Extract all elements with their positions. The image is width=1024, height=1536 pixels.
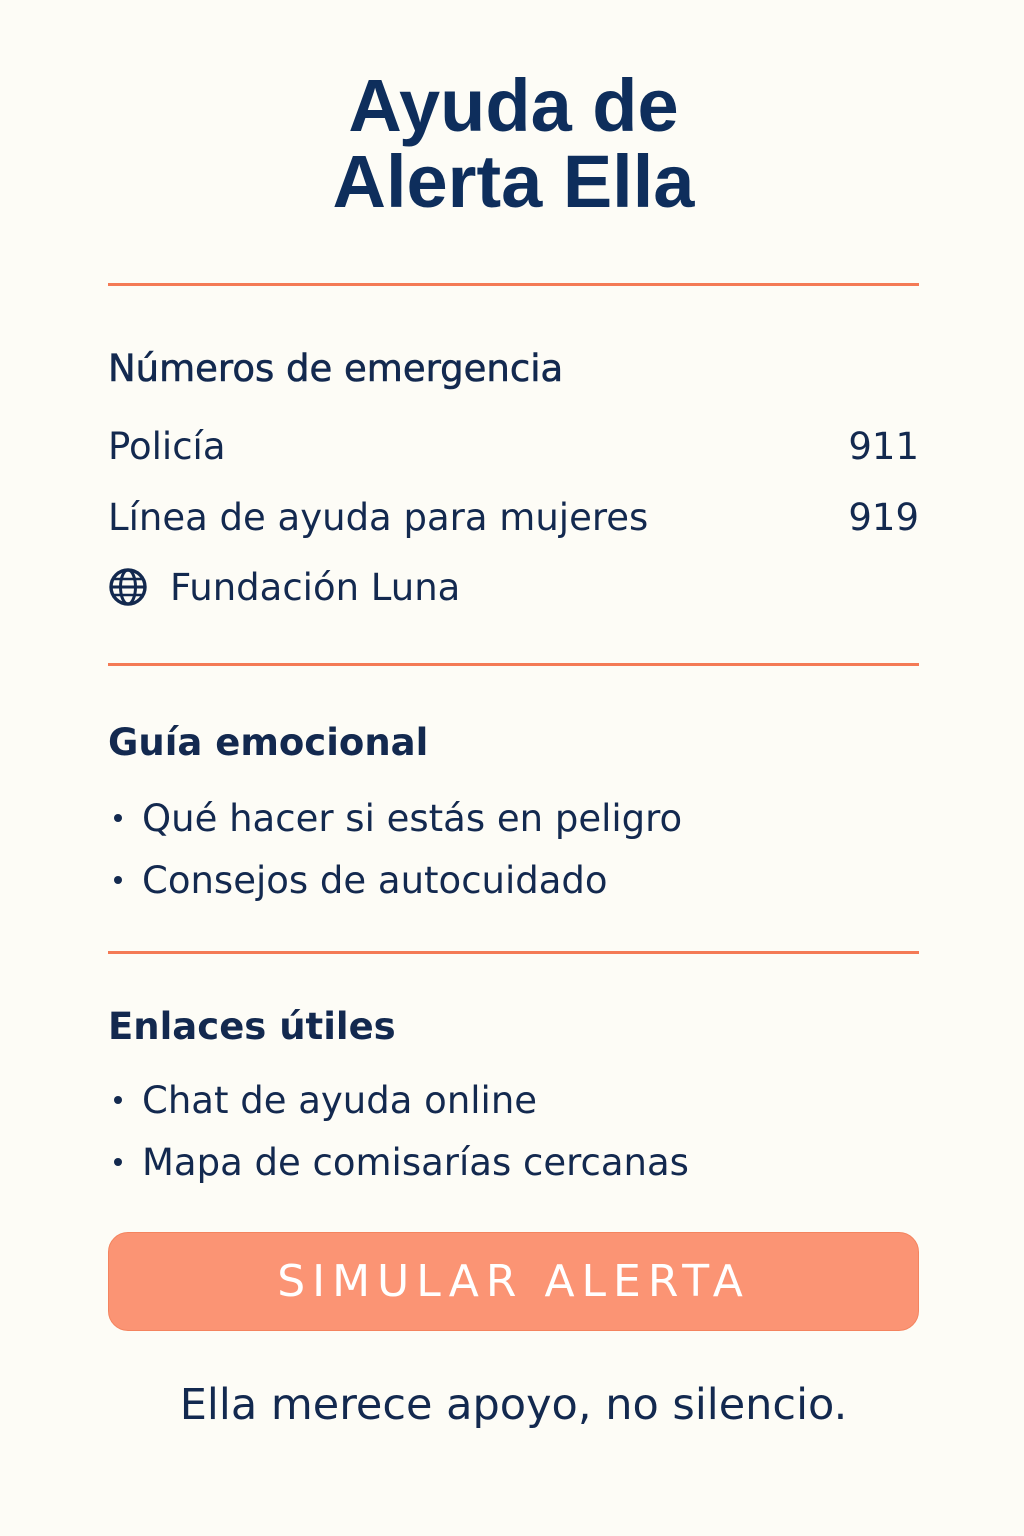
page-title-line-2: Alerta Ella <box>332 140 695 223</box>
page-title: Ayuda de Alerta Ella <box>108 68 919 220</box>
phone-number[interactable]: 919 <box>848 496 919 539</box>
list-item[interactable]: Mapa de comisarías cercanas <box>108 1139 689 1185</box>
useful-links-heading: Enlaces útiles <box>108 1005 396 1048</box>
emotional-guide-heading: Guía emocional <box>108 721 429 764</box>
footer-tagline: Ella merece apoyo, no silencio. <box>179 1380 848 1430</box>
section-divider <box>108 663 919 666</box>
emergency-row-label: Línea de ayuda para mujeres <box>108 495 649 539</box>
bullet-icon <box>114 1158 122 1166</box>
page-title-line-1: Ayuda de <box>348 64 679 147</box>
list-item-label: Mapa de comisarías cercanas <box>142 1140 689 1184</box>
list-item-label: Consejos de autocuidado <box>142 858 608 902</box>
emergency-row-label: Policía <box>108 424 226 468</box>
help-screen: Ayuda de Alerta Ella Números de emergenc… <box>108 0 919 1536</box>
list-item[interactable]: Qué hacer si estás en peligro <box>108 795 682 841</box>
foundation-label: Fundación Luna <box>108 566 460 609</box>
section-divider <box>108 951 919 954</box>
emergency-numbers-heading: Números de emergencia <box>108 347 564 391</box>
bullet-icon <box>114 814 122 822</box>
list-item[interactable]: Consejos de autocuidado <box>108 857 608 903</box>
list-item[interactable]: Chat de ayuda online <box>108 1077 537 1123</box>
phone-number[interactable]: 911 <box>848 425 919 468</box>
list-item-label: Qué hacer si estás en peligro <box>142 796 683 840</box>
foundation-name: Fundación Luna <box>170 565 461 609</box>
bullet-icon <box>114 1096 122 1104</box>
foundation-link[interactable]: Fundación Luna <box>108 564 919 610</box>
emergency-row-women-helpline[interactable]: Línea de ayuda para mujeres 919 <box>108 494 919 540</box>
globe-icon <box>109 568 147 606</box>
section-divider <box>108 283 919 286</box>
simulate-alert-button[interactable]: SIMULAR ALERTA <box>108 1232 919 1331</box>
list-item-label: Chat de ayuda online <box>142 1078 538 1122</box>
bullet-icon <box>114 876 122 884</box>
emergency-row-police[interactable]: Policía 911 <box>108 423 919 469</box>
